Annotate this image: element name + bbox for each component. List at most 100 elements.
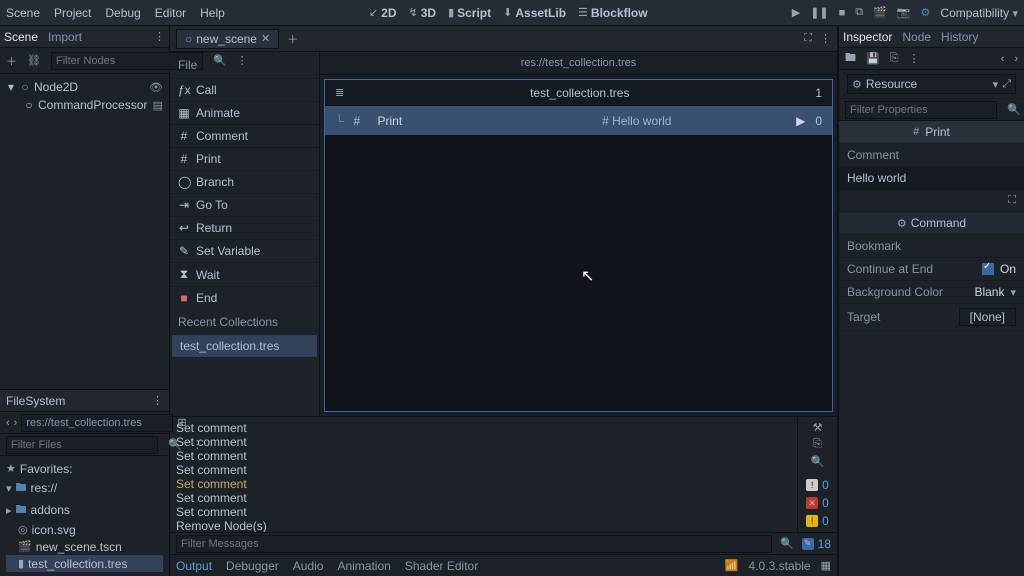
expand-icon[interactable]: ⛶ bbox=[804, 32, 812, 45]
copy-icon[interactable]: ⎘ bbox=[890, 52, 899, 65]
resource-dropdown[interactable]: ⚙Resource ▾ ⤢ bbox=[847, 74, 1016, 94]
nav-back-icon[interactable]: ‹ bbox=[6, 417, 10, 429]
msg-badge[interactable]: ✎18 bbox=[802, 537, 831, 551]
nav-back-icon[interactable]: ‹ bbox=[1001, 53, 1005, 65]
fs-root[interactable]: ▾🖿res:// bbox=[6, 477, 163, 499]
cmd-goto[interactable]: ⇥Go To bbox=[170, 193, 319, 216]
search-icon[interactable]: 🔍 bbox=[168, 438, 182, 451]
search-icon[interactable]: 🔍 bbox=[1007, 103, 1021, 116]
fs-scene[interactable]: 🎬new_scene.tscn bbox=[6, 538, 163, 555]
dots-icon[interactable]: ⋮ bbox=[192, 438, 203, 451]
pause-icon[interactable]: ❚❚ bbox=[810, 6, 828, 19]
expand-icon[interactable]: ⛶ bbox=[1008, 194, 1016, 207]
cmd-comment[interactable]: #Comment bbox=[170, 124, 319, 147]
warn-badge[interactable]: !0 bbox=[806, 514, 829, 528]
cmd-wait[interactable]: ⧗Wait bbox=[170, 262, 319, 286]
view-2d[interactable]: ↙2D bbox=[369, 6, 397, 20]
expand-icon[interactable]: ⤢ bbox=[1002, 78, 1011, 91]
fs-collection[interactable]: ▮test_collection.tres bbox=[6, 555, 163, 572]
scene-child[interactable]: ○CommandProcessor ▤ bbox=[6, 96, 163, 114]
btab-output[interactable]: Output bbox=[176, 559, 212, 573]
cmd-setvar[interactable]: ✎Set Variable bbox=[170, 239, 319, 262]
recent-head: Recent Collections bbox=[170, 309, 319, 335]
menu-help[interactable]: Help bbox=[200, 6, 225, 20]
dots-icon[interactable]: ⋮ bbox=[237, 54, 248, 67]
copy-icon[interactable]: ⎘ bbox=[813, 438, 822, 451]
view-assetlib[interactable]: ⬇AssetLib bbox=[503, 6, 566, 20]
search-icon[interactable]: 🔍 bbox=[811, 455, 825, 468]
inspector-filter-input[interactable] bbox=[845, 101, 997, 119]
search-icon[interactable]: 🔍 bbox=[213, 54, 227, 67]
btab-audio[interactable]: Audio bbox=[293, 559, 324, 573]
grid-icon[interactable]: ⊞ bbox=[177, 416, 186, 429]
dots-icon[interactable]: ⋮ bbox=[820, 32, 831, 45]
movie-icon[interactable]: 🎬 bbox=[873, 6, 887, 19]
cursor-icon: ↖ bbox=[581, 266, 594, 286]
bgcolor-value[interactable]: Blank bbox=[974, 285, 1004, 299]
flow-print-row[interactable]: └ # Print # Hello world ▶ 0 bbox=[325, 106, 832, 136]
doc-tab[interactable]: ○new_scene ✕ bbox=[176, 29, 279, 49]
flow-header[interactable]: ≣ test_collection.tres 1 bbox=[325, 80, 832, 106]
menu-scene[interactable]: Scene bbox=[6, 6, 40, 20]
tab-node[interactable]: Node bbox=[902, 30, 931, 44]
cmd-call[interactable]: ƒxCall bbox=[170, 78, 319, 101]
btab-debugger[interactable]: Debugger bbox=[226, 559, 279, 573]
compat-dropdown[interactable]: Compatibility ▾ bbox=[940, 6, 1018, 20]
cmd-return[interactable]: ↩Return bbox=[170, 216, 319, 239]
cmd-end[interactable]: ■End bbox=[170, 286, 319, 309]
error-badge[interactable]: ✕0 bbox=[806, 496, 829, 510]
dots-icon[interactable]: ⋮ bbox=[152, 394, 163, 407]
visibility-icon[interactable]: 👁 bbox=[149, 81, 163, 94]
filter-messages-input[interactable] bbox=[176, 535, 772, 553]
close-icon[interactable]: ✕ bbox=[261, 32, 270, 45]
camera-icon[interactable]: 📷 bbox=[897, 6, 911, 19]
save-icon[interactable]: 💾 bbox=[866, 52, 880, 65]
info-badge[interactable]: !0 bbox=[806, 478, 829, 492]
render-icon[interactable]: ⚙ bbox=[921, 6, 931, 19]
menu-editor[interactable]: Editor bbox=[155, 6, 186, 20]
dots-icon[interactable]: ⋮ bbox=[909, 52, 920, 65]
btab-shader[interactable]: Shader Editor bbox=[405, 559, 478, 573]
link-icon[interactable]: ⛓ bbox=[27, 54, 41, 67]
remote-icon[interactable]: ⧉ bbox=[855, 6, 863, 19]
chevron-down-icon[interactable]: ▾ bbox=[1010, 286, 1016, 299]
chevron-down-icon: ▾ bbox=[993, 78, 999, 91]
cmd-animate[interactable]: ▦Animate bbox=[170, 101, 319, 124]
fs-path-input[interactable] bbox=[21, 414, 173, 432]
menu-project[interactable]: Project bbox=[54, 6, 91, 20]
target-button[interactable]: [None] bbox=[959, 308, 1016, 326]
play-icon[interactable]: ▶ bbox=[796, 114, 805, 128]
stop-icon[interactable]: ■ bbox=[839, 7, 846, 19]
grid-icon[interactable]: ▦ bbox=[821, 559, 831, 572]
btab-animation[interactable]: Animation bbox=[337, 559, 390, 573]
comment-value[interactable]: Hello world bbox=[847, 171, 906, 185]
tab-import[interactable]: Import bbox=[48, 30, 82, 44]
scene-root[interactable]: ▾○ Node2D 👁 bbox=[6, 78, 163, 96]
recent-item[interactable]: test_collection.tres bbox=[172, 335, 317, 357]
fs-icon[interactable]: ◎icon.svg bbox=[6, 521, 163, 538]
search-icon[interactable]: 🔍 bbox=[780, 537, 794, 550]
play-icon[interactable]: ▶ bbox=[792, 6, 800, 19]
view-blockflow[interactable]: ☰Blockflow bbox=[578, 6, 648, 20]
nav-fwd-icon[interactable]: › bbox=[1014, 53, 1018, 65]
menu-debug[interactable]: Debug bbox=[105, 6, 140, 20]
script-icon[interactable]: ▤ bbox=[153, 99, 163, 112]
add-tab-icon[interactable]: ＋ bbox=[287, 31, 298, 47]
continue-checkbox[interactable] bbox=[982, 263, 994, 275]
add-node-icon[interactable]: ＋ bbox=[6, 53, 17, 69]
view-3d[interactable]: ↯3D bbox=[409, 6, 437, 20]
section-print[interactable]: #Print bbox=[839, 121, 1024, 144]
folder-icon[interactable]: 🖿 bbox=[845, 49, 856, 68]
view-script[interactable]: ▮Script bbox=[448, 6, 491, 20]
section-command[interactable]: ⚙Command bbox=[839, 212, 1024, 235]
tab-scene[interactable]: Scene bbox=[4, 30, 38, 44]
tool-icon[interactable]: ⚒ bbox=[813, 421, 823, 434]
dots-icon[interactable]: ⋮ bbox=[154, 30, 165, 43]
cmd-branch[interactable]: ◯Branch bbox=[170, 170, 319, 193]
tab-history[interactable]: History bbox=[941, 30, 978, 44]
fs-filter-input[interactable] bbox=[6, 436, 158, 454]
cmd-print[interactable]: #Print bbox=[170, 147, 319, 170]
tab-inspector[interactable]: Inspector bbox=[843, 30, 892, 44]
nav-fwd-icon[interactable]: › bbox=[14, 417, 18, 429]
fs-addons[interactable]: ▸🖿addons bbox=[6, 499, 163, 521]
